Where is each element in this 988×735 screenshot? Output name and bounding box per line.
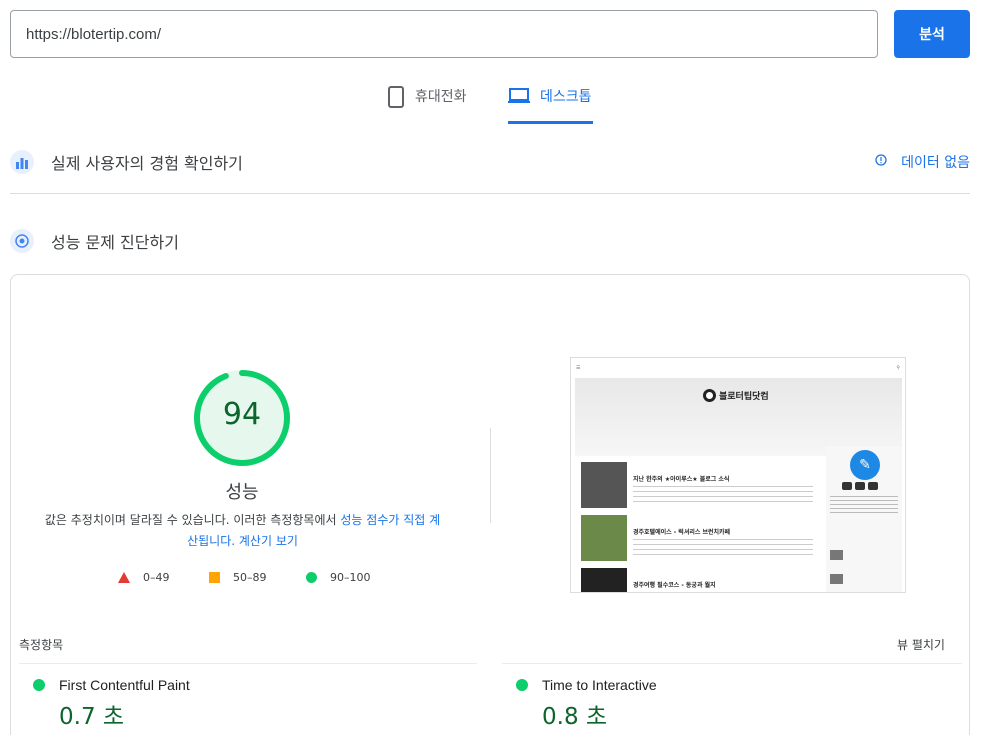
logo-icon <box>703 389 716 402</box>
legend-pass-label: 90–100 <box>330 571 371 584</box>
metrics-divider <box>502 663 962 664</box>
post-title: 경주호텔에이스 - 럭셔리스 브런치카페 <box>633 529 731 536</box>
post-thumbnail <box>581 568 627 592</box>
tab-mobile-label: 휴대전화 <box>415 89 467 105</box>
metrics-header: 측정항목 <box>19 638 64 652</box>
diagnose-icon <box>10 229 34 253</box>
smartphone-icon <box>387 86 405 108</box>
performance-label: 성능 <box>225 482 259 503</box>
tab-desktop[interactable]: 데스크톱 <box>508 86 593 124</box>
sidebar-thumb <box>830 550 843 560</box>
post-excerpt <box>633 486 813 506</box>
field-data-title: 실제 사용자의 경험 확인하기 <box>51 154 243 173</box>
performance-score: 94 <box>222 397 262 432</box>
tab-desktop-label: 데스크톱 <box>540 89 592 105</box>
search-icon: ⚲ <box>896 365 900 371</box>
preview-logo: 블로터팁닷컴 <box>703 389 769 402</box>
square-icon <box>209 572 220 583</box>
post-title: 지난 한주의 ★아이루스★ 블로그 소식 <box>633 476 730 483</box>
url-input[interactable] <box>10 10 878 58</box>
laptop-icon <box>508 86 530 104</box>
legend-average-label: 50–89 <box>233 571 267 584</box>
post-thumbnail <box>581 462 627 508</box>
legend-fail-label: 0–49 <box>143 571 170 584</box>
metric-fcp-name: First Contentful Paint <box>59 677 190 693</box>
preview-post: 경주호텔에이스 - 럭셔리스 브런치카페 <box>581 515 816 565</box>
legend-pass: 90–100 <box>306 571 371 584</box>
page-screenshot: ☰ ⚲ 블로터팁닷컴 지난 한주의 ★아이루스★ 블로그 소식 경주호텔에이스 … <box>570 357 906 593</box>
pencil-icon: ✎ <box>850 450 880 480</box>
preview-post: 경주여행 필수코스 - 동궁과 월지 <box>581 568 816 592</box>
lab-data-title: 성능 문제 진단하기 <box>51 233 179 252</box>
circle-icon <box>306 572 317 583</box>
post-thumbnail <box>581 515 627 561</box>
no-data-label: 데이터 없음 <box>901 155 970 171</box>
legend-average: 50–89 <box>209 571 267 584</box>
score-note-text: 값은 추정치이며 달라질 수 있습니다. 이러한 측정항목에서 <box>44 513 341 527</box>
post-excerpt <box>633 539 813 559</box>
score-note: 값은 추정치이며 달라질 수 있습니다. 이러한 측정항목에서 성능 점수가 직… <box>40 510 445 552</box>
menu-icon: ☰ <box>576 365 581 371</box>
metric-tti-value: 0.8 초 <box>542 704 608 730</box>
metrics-divider <box>19 663 477 664</box>
pass-circle-icon <box>33 679 45 691</box>
metric-fcp-value: 0.7 초 <box>59 704 125 730</box>
metric-tti-name: Time to Interactive <box>542 677 657 693</box>
section-divider <box>10 193 970 194</box>
triangle-icon <box>118 572 130 583</box>
preview-post: 지난 한주의 ★아이루스★ 블로그 소식 <box>581 462 816 512</box>
sidebar-thumb <box>830 574 843 584</box>
post-title: 경주여행 필수코스 - 동궁과 월지 <box>633 582 716 589</box>
vertical-divider <box>490 428 491 523</box>
info-icon <box>875 154 887 170</box>
field-data-icon <box>10 150 34 174</box>
preview-topbar: ☰ ⚲ <box>571 358 905 378</box>
lab-data-header: 성능 문제 진단하기 <box>10 229 970 253</box>
no-data-indicator: 데이터 없음 <box>875 152 970 172</box>
preview-logo-text: 블로터팁닷컴 <box>719 392 769 402</box>
camera-icons <box>842 482 878 490</box>
field-data-header: 실제 사용자의 경험 확인하기 데이터 없음 <box>10 150 970 174</box>
calculator-link[interactable]: 계산기 보기 <box>239 534 298 548</box>
analyze-button[interactable]: 분석 <box>894 10 970 58</box>
preview-sidebar: ✎ <box>826 446 902 592</box>
expand-view-button[interactable]: 뷰 펼치기 <box>897 636 945 653</box>
pass-circle-icon <box>516 679 528 691</box>
tab-mobile[interactable]: 휴대전화 <box>387 86 467 124</box>
sidebar-text <box>830 496 898 514</box>
legend-fail: 0–49 <box>118 571 170 584</box>
